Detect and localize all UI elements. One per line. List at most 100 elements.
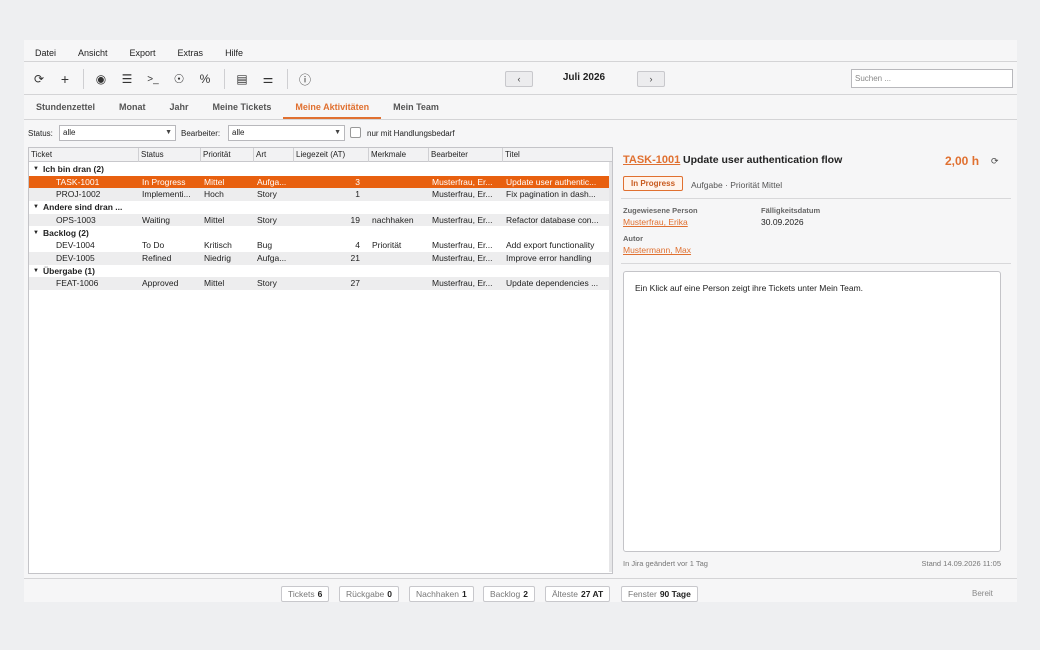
- handlungsbedarf-checkbox[interactable]: [350, 127, 361, 138]
- toolbar: ⟳ + ◉ ☰ >_ ☉ % ▤ ⚌ ⓘ ‹ Juli 2026 ›: [24, 63, 1017, 95]
- tab-stundenzettel[interactable]: Stundenzettel: [24, 96, 107, 119]
- note-text: Ein Klick auf eine Person zeigt ihre Tic…: [635, 283, 864, 293]
- chevron-right-icon: ›: [649, 74, 653, 84]
- next-month-button[interactable]: ›: [637, 71, 665, 87]
- terminal-icon[interactable]: >_: [144, 70, 162, 88]
- toolbar-separator: [224, 69, 225, 89]
- group-label: Übergabe (1): [43, 265, 95, 276]
- status-badge: In Progress: [623, 176, 684, 191]
- refresh-icon[interactable]: ⟳: [991, 156, 999, 167]
- percent-icon[interactable]: %: [196, 70, 214, 88]
- stat-backlog: Backlog 2: [483, 586, 535, 602]
- gantt-icon[interactable]: ▤: [233, 70, 251, 88]
- note-box[interactable]: Ein Klick auf eine Person zeigt ihre Tic…: [623, 271, 1001, 552]
- cell-bearbeiter: Musterfrau, Er...: [432, 189, 493, 200]
- ready-status: Bereit: [972, 589, 993, 598]
- stat-label: Fenster: [628, 589, 657, 599]
- sliders-icon[interactable]: ⚌: [259, 70, 277, 88]
- stat-value: 27 AT: [581, 589, 604, 599]
- stat-label: Nachhaken: [416, 589, 460, 599]
- expand-icon[interactable]: ▼: [33, 201, 39, 214]
- column-header[interactable]: Bearbeiter: [429, 148, 503, 162]
- eye-icon[interactable]: ◉: [92, 70, 110, 88]
- add-icon[interactable]: +: [56, 70, 74, 88]
- group-row[interactable]: ▼ Andere sind dran ...: [29, 201, 612, 214]
- app-window: Datei Ansicht Export Extras Hilfe ⟳ + ◉ …: [24, 40, 1017, 602]
- table-row[interactable]: DEV-1005 Refined Niedrig Aufga... 21 Musterfr…: [29, 251, 612, 265]
- expand-icon[interactable]: ▼: [33, 265, 39, 278]
- cell-titel: Fix pagination in dash...: [506, 189, 596, 200]
- stat-value: 0: [387, 589, 393, 599]
- group-row[interactable]: ▼ Ich bin dran (2): [29, 163, 612, 176]
- cell-bearbeiter: Musterfrau, Er...: [432, 176, 493, 187]
- column-header[interactable]: Titel: [503, 148, 612, 162]
- column-header[interactable]: Merkmale: [369, 148, 429, 162]
- list-icon[interactable]: ☰: [118, 70, 136, 88]
- tab-bar: Stundenzettel Monat Jahr Meine Tickets M…: [24, 96, 1017, 120]
- menu-export[interactable]: Export: [119, 44, 167, 61]
- table-row[interactable]: OPS-1003 Waiting Mittel Story 19 nachhaken Mus…: [29, 213, 612, 227]
- stat-value: 90 Tage: [659, 589, 691, 599]
- cell-titel: Add export functionality: [506, 240, 595, 251]
- stat-aelteste: Älteste 27 AT: [545, 586, 611, 602]
- stat-label: Backlog: [490, 589, 521, 599]
- tab-mein-team[interactable]: Mein Team: [381, 96, 451, 119]
- table-row[interactable]: DEV-1004 To Do Kritisch Bug 4 Priorität Muster…: [29, 239, 612, 252]
- assignee-link[interactable]: Musterfrau, Erika: [623, 217, 688, 227]
- author-link[interactable]: Mustermann, Max: [623, 245, 691, 255]
- menu-datei[interactable]: Datei: [24, 44, 67, 61]
- cell-status: Waiting: [142, 214, 171, 225]
- stat-label: Rückgabe: [346, 589, 385, 599]
- divider: [621, 263, 1011, 264]
- group-row[interactable]: ▼ Backlog (2): [29, 227, 612, 240]
- bearbeiter-filter-label: Bearbeiter:: [181, 129, 221, 138]
- column-header[interactable]: Status: [139, 148, 201, 162]
- tab-meine-aktivitaeten[interactable]: Meine Aktivitäten: [283, 96, 382, 119]
- tab-jahr[interactable]: Jahr: [158, 96, 201, 119]
- cell-prio: Mittel: [204, 214, 225, 225]
- column-header[interactable]: Priorität: [201, 148, 254, 162]
- menu-extras[interactable]: Extras: [167, 44, 215, 61]
- cell-liegezeit: 1: [355, 189, 360, 200]
- cell-prio: Niedrig: [204, 252, 231, 263]
- table-row[interactable]: FEAT-1006 Approved Mittel Story 27 Musterfrau…: [29, 277, 612, 290]
- expand-icon[interactable]: ▼: [33, 227, 39, 240]
- tab-meine-tickets[interactable]: Meine Tickets: [201, 96, 284, 119]
- cell-status: To Do: [142, 240, 165, 251]
- column-header[interactable]: Liegezeit (AT): [294, 148, 369, 162]
- tab-monat[interactable]: Monat: [107, 96, 158, 119]
- expand-icon[interactable]: ▼: [33, 163, 39, 176]
- info-icon[interactable]: ⓘ: [296, 70, 314, 88]
- column-header[interactable]: Ticket: [29, 148, 139, 162]
- cell-liegezeit: 4: [355, 240, 360, 251]
- cell-status: In Progress: [142, 176, 186, 187]
- bearbeiter-filter-value: alle: [232, 128, 245, 137]
- table-row[interactable]: PROJ-1002 Implementi... Hoch Story 1 Musterfr…: [29, 188, 612, 202]
- refresh-icon[interactable]: ⟳: [30, 70, 48, 88]
- due-date-value: 30.09.2026: [761, 217, 804, 227]
- group-row[interactable]: ▼ Übergabe (1): [29, 265, 612, 278]
- cell-prio: Mittel: [204, 176, 225, 187]
- ticket-table: Ticket Status Priorität Art Liegezeit (AT) Me…: [28, 147, 613, 574]
- menu-ansicht[interactable]: Ansicht: [67, 44, 119, 61]
- table-scrollbar[interactable]: [609, 162, 612, 572]
- bearbeiter-filter-select[interactable]: alle ▼: [228, 125, 345, 141]
- menu-hilfe[interactable]: Hilfe: [214, 44, 254, 61]
- cell-liegezeit: 19: [350, 214, 360, 225]
- table-row[interactable]: TASK-1001 In Progress Mittel Aufga... 3 Muste…: [29, 175, 612, 189]
- column-header[interactable]: Art: [254, 148, 294, 162]
- stat-fenster: Fenster 90 Tage: [621, 586, 698, 602]
- agent-icon[interactable]: ☉: [170, 70, 188, 88]
- cell-art: Story: [257, 214, 277, 225]
- stat-value: 6: [317, 589, 323, 599]
- prev-month-button[interactable]: ‹: [505, 71, 533, 87]
- assignee-label: Zugewiesene Person: [623, 206, 698, 215]
- due-date-label: Fälligkeitsdatum: [761, 206, 821, 215]
- search-input[interactable]: [851, 69, 1013, 88]
- cell-bearbeiter: Musterfrau, Er...: [432, 252, 493, 263]
- group-label: Backlog (2): [43, 227, 89, 238]
- cell-art: Bug: [257, 240, 273, 251]
- status-filter-select[interactable]: alle ▼: [59, 125, 176, 141]
- detail-ticket-link[interactable]: TASK-1001: [623, 154, 680, 166]
- cell-bearbeiter: Musterfrau, Er...: [432, 214, 493, 225]
